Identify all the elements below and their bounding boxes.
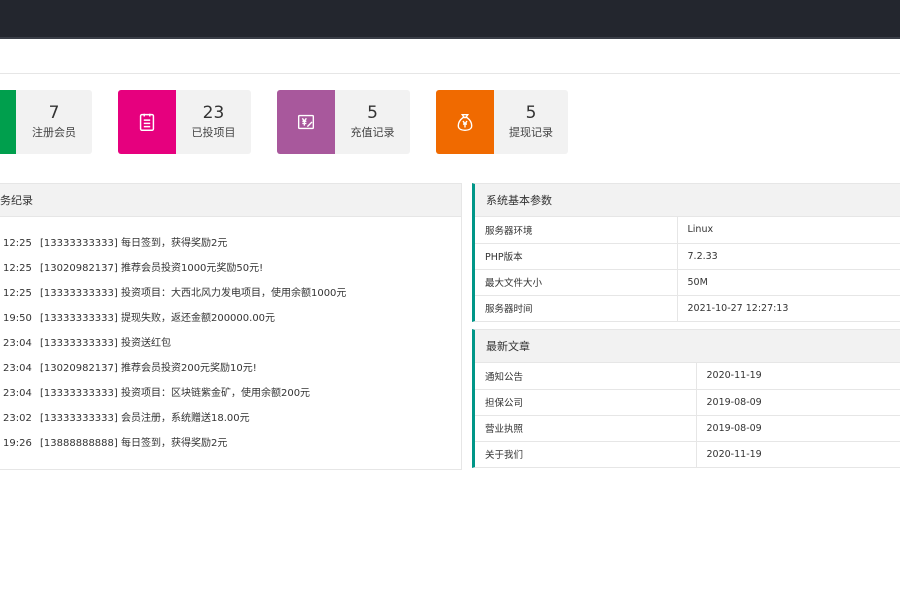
log-time: 19:26 — [3, 438, 32, 449]
log-time: 12:25 — [3, 263, 32, 274]
param-value: 2021-10-27 12:27:13 — [676, 294, 900, 321]
top-nav-bar — [0, 0, 900, 39]
param-key: 服务器时间 — [475, 294, 677, 321]
param-key: 服务器环境 — [485, 225, 533, 237]
log-message: [13020982137] 推荐会员投资200元奖励10元! — [40, 363, 257, 374]
log-time: 12:25 — [3, 238, 32, 249]
article-title[interactable]: 担保公司 — [475, 388, 696, 415]
table-row: 服务器时间 2021-10-27 12:27:13 — [475, 294, 900, 321]
list-item: 12:25 [13333333333] 投资项目：大西北风力发电项目，使用余额10… — [0, 281, 461, 306]
stat-value: 23 — [202, 103, 225, 123]
article-date: 2020-11-19 — [695, 440, 900, 467]
log-message: [13333333333] 会员注册，系统赠送18.00元 — [40, 413, 250, 424]
log-message: [13333333333] 投资项目：大西北风力发电项目，使用余额1000元 — [40, 288, 347, 299]
log-time: 23:04 — [3, 338, 32, 349]
log-time: 23:04 — [3, 363, 32, 374]
latest-articles-table: 通知公告 2020-11-19 担保公司 2019-08-09 营业执照 2019-0… — [475, 363, 900, 467]
list-item: 12:25 [13333333333] 每日签到，获得奖励2元 — [0, 231, 461, 256]
stats-cards: 7 注册会员 23 已投项目 5 充值记录 5 提现记录 — [0, 90, 900, 154]
system-params-panel: 系统基本参数 服务器环境 Linux PHP版本 7.2.33 最大文件大小 50M … — [472, 183, 900, 322]
table-row[interactable]: 营业执照 2019-08-09 — [475, 414, 900, 441]
clipboard-icon — [118, 90, 176, 154]
activity-log-list: 12:25 [13333333333] 每日签到，获得奖励2元 12:25 [130… — [0, 217, 461, 456]
panel-title: 最新文章 — [475, 330, 900, 363]
list-item: 23:04 [13333333333] 投资送红包 — [0, 331, 461, 356]
log-message: [13333333333] 投资送红包 — [40, 338, 171, 349]
stat-card-members[interactable]: 7 注册会员 — [0, 90, 92, 154]
article-title[interactable]: 关于我们 — [475, 440, 696, 467]
param-key: 最大文件大小 — [475, 268, 677, 295]
article-date: 2020-11-19 — [695, 363, 900, 389]
right-column: 系统基本参数 服务器环境 Linux PHP版本 7.2.33 最大文件大小 50M … — [472, 183, 900, 468]
stat-label: 注册会员 — [32, 126, 76, 139]
table-row: 服务器环境 Linux — [475, 217, 900, 243]
param-value: 7.2.33 — [676, 242, 900, 269]
article-date: 2019-08-09 — [695, 414, 900, 441]
stat-label: 充值记录 — [350, 126, 395, 139]
list-item: 23:04 [13333333333] 投资项目：区块链紫金矿，使用余额200元 — [0, 381, 461, 406]
panel-title: 系统基本参数 — [475, 184, 900, 217]
stat-label: 提现记录 — [509, 126, 553, 139]
latest-articles-panel: 最新文章 通知公告 2020-11-19 担保公司 2019-08-09 营业执照 2… — [472, 329, 900, 468]
table-row[interactable]: 关于我们 2020-11-19 — [475, 440, 900, 467]
article-title[interactable]: 营业执照 — [475, 414, 696, 441]
table-row: PHP版本 7.2.33 — [475, 242, 900, 269]
log-message: [13888888888] 每日签到，获得奖励2元 — [40, 438, 228, 449]
param-value: Linux — [676, 217, 900, 243]
sub-nav-bar — [0, 39, 900, 74]
list-item: 19:50 [13333333333] 提现失败，返还金额200000.00元 — [0, 306, 461, 331]
table-row[interactable]: 担保公司 2019-08-09 — [475, 388, 900, 415]
list-item: 12:25 [13020982137] 推荐会员投资1000元奖励50元! — [0, 256, 461, 281]
list-item: 23:02 [13333333333] 会员注册，系统赠送18.00元 — [0, 406, 461, 431]
stat-value: 5 — [367, 103, 378, 123]
log-time: 23:02 — [3, 413, 32, 424]
yen-card-icon — [277, 90, 335, 154]
log-time: 19:50 — [3, 313, 32, 324]
log-message: [13333333333] 每日签到，获得奖励2元 — [40, 238, 228, 249]
list-item: 23:04 [13020982137] 推荐会员投资200元奖励10元! — [0, 356, 461, 381]
log-time: 23:04 — [3, 388, 32, 399]
log-time: 12:25 — [3, 288, 32, 299]
param-value: 50M — [676, 268, 900, 295]
stat-card-withdraw[interactable]: 5 提现记录 — [436, 90, 568, 154]
param-key: PHP版本 — [475, 242, 677, 269]
article-date: 2019-08-09 — [695, 388, 900, 415]
list-item: 19:26 [13888888888] 每日签到，获得奖励2元 — [0, 431, 461, 456]
stat-label: 已投项目 — [191, 126, 236, 139]
stat-card-projects[interactable]: 23 已投项目 — [118, 90, 251, 154]
article-title[interactable]: 通知公告 — [475, 363, 696, 389]
panel-title: 务纪录 — [0, 184, 461, 217]
stat-value: 7 — [48, 103, 60, 123]
system-params-table: 服务器环境 Linux PHP版本 7.2.33 最大文件大小 50M 服务器时间 20… — [475, 217, 900, 321]
log-message: [13020982137] 推荐会员投资1000元奖励50元! — [40, 263, 264, 274]
activity-log-panel: 务纪录 12:25 [13333333333] 每日签到，获得奖励2元 12:25… — [0, 183, 462, 470]
money-bag-icon — [436, 90, 494, 154]
table-row[interactable]: 通知公告 2020-11-19 — [475, 363, 900, 389]
user-icon — [0, 90, 16, 154]
table-row: 最大文件大小 50M — [475, 268, 900, 295]
log-message: [13333333333] 投资项目：区块链紫金矿，使用余额200元 — [40, 388, 311, 399]
log-message: [13333333333] 提现失败，返还金额200000.00元 — [40, 313, 276, 324]
stat-value: 5 — [525, 103, 537, 123]
stat-card-recharge[interactable]: 5 充值记录 — [277, 90, 410, 154]
